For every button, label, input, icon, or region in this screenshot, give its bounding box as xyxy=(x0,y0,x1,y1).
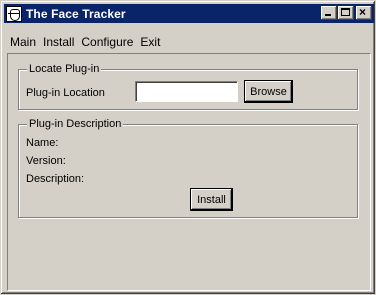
install-button[interactable]: Install xyxy=(191,189,232,210)
plugin-name-label: Name: xyxy=(26,137,59,149)
title-bar[interactable]: The Face Tracker × xyxy=(4,4,374,23)
maximize-icon xyxy=(341,8,350,16)
plugin-description-group-title: Plug-in Description xyxy=(27,117,124,131)
maximize-button[interactable] xyxy=(338,6,354,20)
menu-main[interactable]: Main xyxy=(7,33,39,51)
locate-plugin-group-title: Locate Plug-in xyxy=(27,62,102,76)
plugin-version-label: Version: xyxy=(26,155,66,167)
menu-bar: Main Install Configure Exit xyxy=(7,33,164,51)
close-button[interactable]: × xyxy=(356,6,372,20)
menu-exit[interactable]: Exit xyxy=(137,33,163,51)
browse-button[interactable]: Browse xyxy=(245,81,292,102)
client-area: Locate Plug-in Plug-in Location Browse P… xyxy=(7,53,371,291)
minimize-button[interactable] xyxy=(321,6,337,20)
plugin-location-input[interactable] xyxy=(135,81,238,102)
window-controls: × xyxy=(320,6,372,20)
locate-plugin-group: Locate Plug-in Plug-in Location Browse xyxy=(18,62,358,110)
menu-configure[interactable]: Configure xyxy=(78,33,136,51)
close-icon: × xyxy=(359,5,367,19)
app-window: The Face Tracker × Main Install Configur… xyxy=(0,0,376,295)
menu-install[interactable]: Install xyxy=(40,33,77,51)
plugin-description-group: Plug-in Description Name: Version: Descr… xyxy=(18,117,358,218)
plugin-location-label: Plug-in Location xyxy=(26,87,105,99)
face-tracker-app-icon[interactable] xyxy=(6,5,22,22)
plugin-description-label: Description: xyxy=(26,173,85,185)
minimize-icon xyxy=(325,14,331,16)
window-title: The Face Tracker xyxy=(26,6,126,21)
